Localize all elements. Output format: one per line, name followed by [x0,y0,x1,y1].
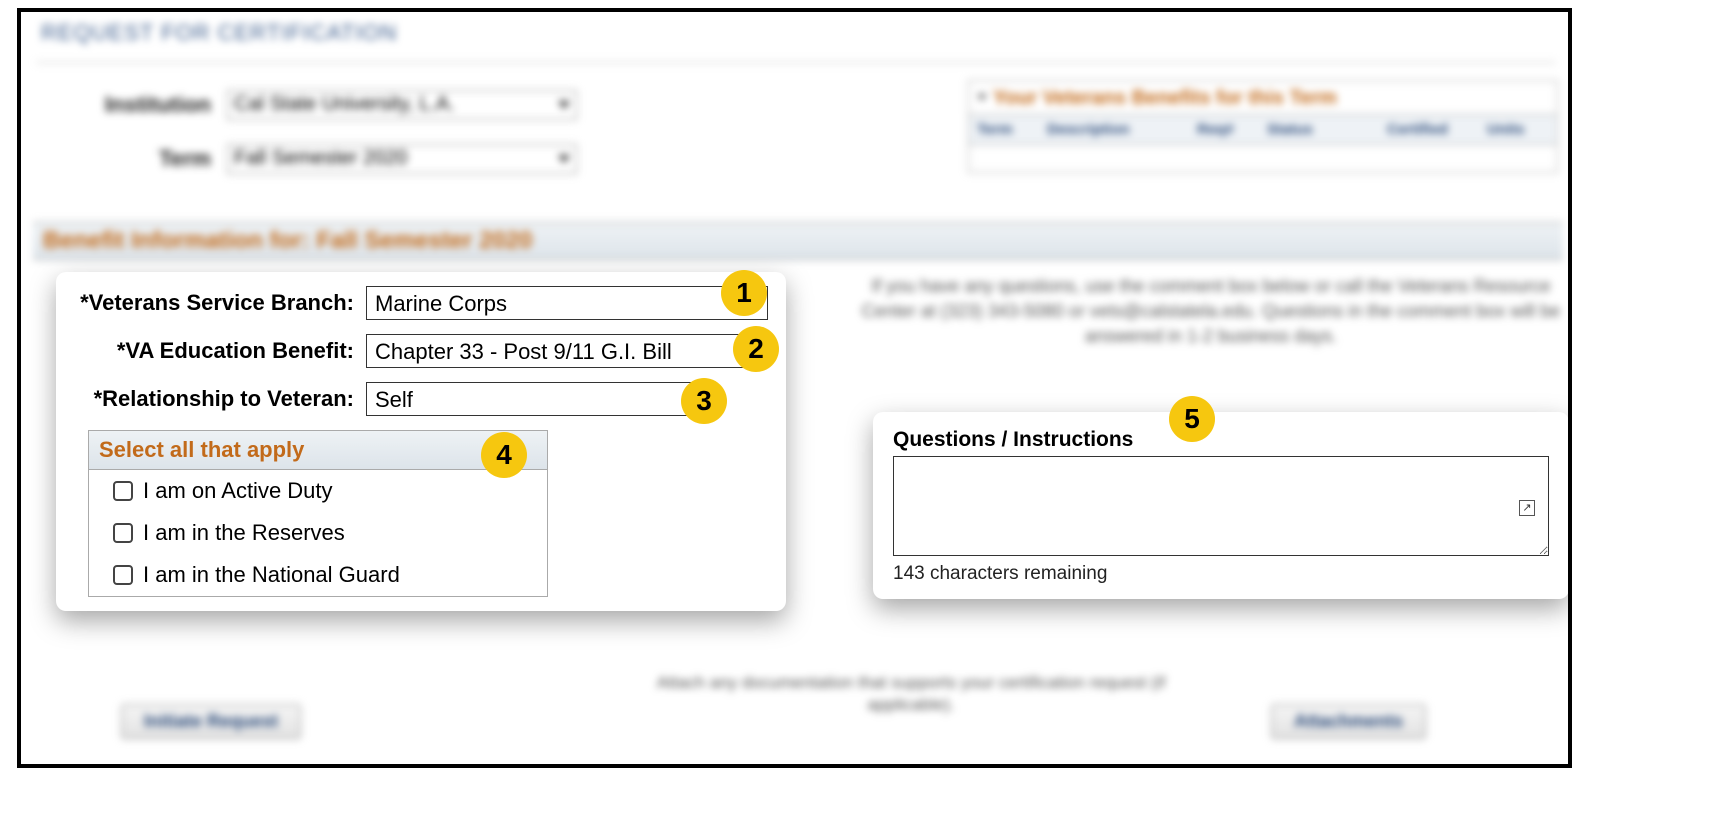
term-value: Fall Semester 2020 [234,147,407,169]
col-req: Req# [1189,115,1259,144]
attach-text: Attach any documentation that supports y… [611,672,1211,716]
section-title: Benefit Information for: Fall Semester 2… [33,222,1563,260]
option-label: I am on Active Duty [143,478,333,504]
checkbox-icon[interactable] [113,565,133,585]
attachments-button[interactable]: Attachments [1271,704,1426,739]
benefits-table: Your Veterans Benefits for this Term Ter… [968,80,1558,173]
benefit-form-panel: *Veterans Service Branch: Marine Corps *… [56,272,786,611]
term-select[interactable]: Fall Semester 2020 [227,144,577,174]
callout-badge-5: 5 [1169,396,1215,442]
characters-remaining: 143 characters remaining [893,563,1549,585]
popout-icon[interactable]: ↗ [1519,500,1535,516]
initiate-request-button[interactable]: Initiate Request [121,704,301,739]
select-apply-panel: Select all that apply I am on Active Dut… [88,430,548,597]
callout-badge-3: 3 [681,378,727,424]
app-window: REQUEST FOR CERTIFICATION Institution Ca… [17,8,1572,768]
institution-value: Cal State University, L.A. [234,93,455,115]
benefit-input[interactable]: Chapter 33 - Post 9/11 G.I. Bill [366,334,768,368]
option-label: I am in the Reserves [143,520,345,546]
col-term: Term [969,115,1039,144]
option-national-guard[interactable]: I am in the National Guard [89,554,547,596]
col-certified: Certified [1379,115,1479,144]
relationship-label: *Relationship to Veteran: [74,386,354,412]
chevron-down-icon [558,155,570,163]
benefits-headers: Term Description Req# Status Certified U… [969,114,1557,144]
option-reserves[interactable]: I am in the Reserves [89,512,547,554]
questions-panel: Questions / Instructions ↗ 143 character… [873,412,1569,599]
institution-label: Institution [31,92,211,118]
institution-select[interactable]: Cal State University, L.A. [227,90,577,120]
col-units: Units [1479,115,1539,144]
option-active-duty[interactable]: I am on Active Duty [89,470,547,512]
branch-label: *Veterans Service Branch: [74,290,354,316]
select-apply-title: Select all that apply [89,431,547,470]
callout-badge-2: 2 [733,326,779,372]
checkbox-icon[interactable] [113,481,133,501]
relationship-value: Self [375,387,413,412]
branch-value: Marine Corps [375,291,507,316]
option-label: I am in the National Guard [143,562,400,588]
chevron-down-icon [558,101,570,109]
help-text: If you have any questions, use the comme… [861,274,1561,350]
divider [36,62,1556,63]
questions-label: Questions / Instructions [893,428,1549,452]
col-description: Description [1039,115,1189,144]
benefits-title[interactable]: Your Veterans Benefits for this Term [969,81,1557,114]
benefit-label: *VA Education Benefit: [74,338,354,364]
col-status: Status [1259,115,1379,144]
checkbox-icon[interactable] [113,523,133,543]
benefits-empty-row [969,144,1557,172]
relationship-input[interactable]: Self [366,382,706,416]
callout-badge-1: 1 [721,270,767,316]
branch-input[interactable]: Marine Corps [366,286,768,320]
callout-badge-4: 4 [481,432,527,478]
benefit-value: Chapter 33 - Post 9/11 G.I. Bill [375,339,672,364]
term-label: Term [31,146,211,172]
page-title: REQUEST FOR CERTIFICATION [41,20,397,46]
questions-textarea[interactable] [893,456,1549,556]
